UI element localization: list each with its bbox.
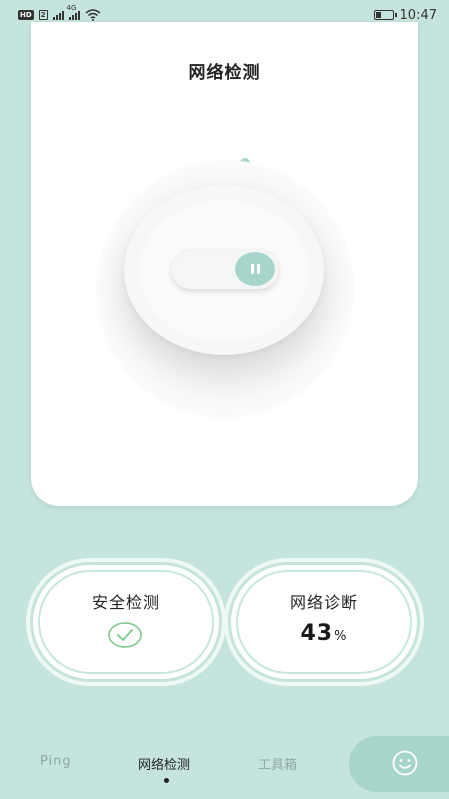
diagnosis-percent: 43% [231, 621, 417, 646]
nav-active-indicator [164, 778, 169, 783]
detection-card: 网络检测 [31, 22, 418, 506]
security-check-card[interactable]: 安全检测 [33, 565, 219, 679]
page-title: 网络检测 [188, 63, 261, 83]
network-diagnosis-card[interactable]: 网络诊断 43% [231, 565, 417, 679]
diagnosis-unit: % [334, 629, 348, 644]
sim-badge: 2 [38, 10, 48, 20]
signal-icon [52, 10, 64, 20]
wifi-icon [85, 9, 101, 21]
nav-item-network-detect[interactable]: 网络检测 [138, 754, 190, 773]
security-check-label: 安全检测 [91, 593, 160, 612]
bottom-nav: Ping 网络检测 工具箱 [0, 736, 449, 799]
signal-4g-icon: 4G [67, 4, 80, 20]
nav-item-ping[interactable]: Ping [40, 754, 72, 769]
status-right: 10:47 [373, 7, 437, 23]
clock: 10:47 [399, 7, 437, 23]
diagnosis-value: 43 [300, 621, 334, 646]
check-circle-icon [108, 622, 142, 648]
battery-icon [373, 10, 397, 20]
network-type: 4G [66, 4, 77, 12]
hd-badge: HD [18, 10, 34, 20]
pause-icon[interactable] [235, 252, 275, 286]
smiley-icon[interactable] [392, 750, 418, 776]
nav-item-toolbox[interactable]: 工具箱 [258, 754, 297, 773]
detect-toggle[interactable] [171, 249, 279, 289]
status-left: HD 2 4G [18, 4, 101, 21]
network-diagnosis-label: 网络诊断 [289, 593, 358, 612]
